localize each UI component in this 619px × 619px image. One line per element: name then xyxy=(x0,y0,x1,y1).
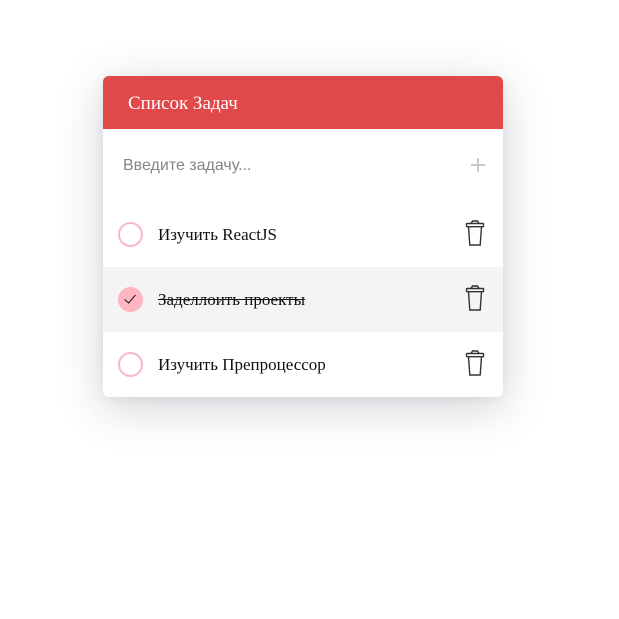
task-checkbox[interactable] xyxy=(118,352,143,377)
task-checkbox[interactable] xyxy=(118,222,143,247)
task-item: Изучить ReactJS xyxy=(103,202,503,267)
task-list: Изучить ReactJS Заделлоить проекты Изучи… xyxy=(103,202,503,397)
task-checkbox[interactable] xyxy=(118,287,143,312)
todo-header: Список Задач xyxy=(103,76,503,129)
plus-icon[interactable] xyxy=(467,154,489,176)
task-item: Изучить Препроцессор xyxy=(103,332,503,397)
page-title: Список Задач xyxy=(128,93,238,114)
task-text: Заделлоить проекты xyxy=(158,290,305,309)
task-text: Изучить ReactJS xyxy=(158,225,277,244)
checkmark-icon xyxy=(124,291,136,304)
todo-card: Список Задач Изучить ReactJS Заделлоит xyxy=(103,76,503,397)
add-task-row xyxy=(103,129,503,202)
task-item: Заделлоить проекты xyxy=(103,267,503,332)
task-input[interactable] xyxy=(103,129,443,202)
trash-icon[interactable] xyxy=(464,219,486,247)
trash-icon[interactable] xyxy=(464,284,486,312)
task-text: Изучить Препроцессор xyxy=(158,355,326,374)
trash-icon[interactable] xyxy=(464,349,486,377)
